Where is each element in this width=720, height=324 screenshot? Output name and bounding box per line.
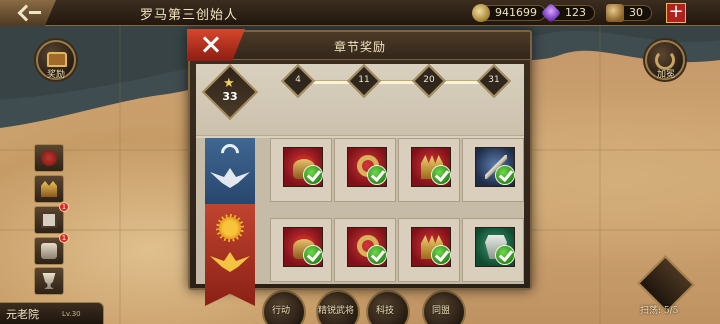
milestone-value: 11 — [358, 75, 370, 85]
trophy-icon — [42, 273, 56, 289]
reward-slot[interactable] — [462, 138, 524, 202]
notification-badge: 1 — [59, 233, 69, 243]
sun-icon — [216, 214, 244, 242]
dialog-title: 章节奖励 — [333, 40, 386, 54]
reward-slot[interactable] — [270, 218, 332, 282]
troop-resource[interactable]: 30 — [606, 3, 652, 23]
crown-icon — [41, 181, 57, 197]
milestone-value: 4 — [295, 75, 301, 85]
star-progress: ★ 33 4 11 20 31 — [196, 63, 524, 136]
back-button[interactable] — [0, 0, 56, 26]
senate-level: Lv.30 — [62, 310, 81, 318]
nav-alliance-label: 同盟 — [432, 306, 451, 316]
nav-tech-label: 科技 — [376, 306, 395, 316]
claimed-check-icon — [431, 245, 451, 265]
chapter-reward-dialog: 章节奖励 ★ 33 4 11 20 31 — [187, 29, 532, 306]
claimed-check-icon — [431, 165, 451, 185]
troop-icon — [606, 4, 624, 22]
reward-slot[interactable] — [334, 138, 396, 202]
reward-slot[interactable] — [462, 218, 524, 282]
senate-bar[interactable]: 元老院 Lv.30 — [0, 302, 104, 324]
claimed-check-icon — [303, 245, 323, 265]
claimed-check-icon — [367, 165, 387, 185]
progress-track — [298, 80, 492, 84]
eagle-icon — [210, 168, 250, 188]
sweep-label: 扫荡: 5/5 — [640, 306, 679, 316]
crescent-moon-icon — [217, 140, 243, 166]
red-orb-icon — [41, 150, 57, 166]
gold-resource[interactable]: 941699 — [472, 3, 546, 23]
reward-label: 奖励 — [46, 70, 65, 80]
gold-coin-icon — [472, 4, 490, 22]
dialog-body: ★ 33 4 11 20 31 — [196, 63, 524, 306]
star-icon: ★ — [223, 76, 235, 91]
silver-tier-banner — [205, 138, 255, 204]
claimed-check-icon — [495, 245, 515, 265]
reward-slot[interactable] — [270, 138, 332, 202]
nav-elite-generals-label: 精锐武将 — [318, 306, 355, 316]
milestone-value: 20 — [423, 75, 435, 85]
side-menu-item-5[interactable] — [34, 267, 64, 295]
milestone-value: 31 — [488, 75, 500, 85]
add-resource-button[interactable]: + — [666, 3, 686, 23]
treasure-chest-icon — [47, 52, 67, 67]
page-title: 罗马第三创始人 — [140, 8, 239, 23]
senate-name: 元老院 — [6, 308, 39, 321]
reward-slot[interactable] — [398, 138, 460, 202]
claimed-check-icon — [303, 165, 323, 185]
eagle-icon — [210, 252, 250, 272]
gold-tier-banner — [205, 204, 255, 306]
reward-grid — [196, 138, 524, 306]
reward-slot[interactable] — [334, 218, 396, 282]
side-menu-item-1[interactable] — [34, 144, 64, 172]
claimed-check-icon — [495, 165, 515, 185]
notification-badge: 1 — [59, 202, 69, 212]
nav-action-label: 行动 — [272, 306, 291, 316]
top-bar: 罗马第三创始人 941699 123 30 + — [0, 0, 720, 26]
total-stars-value: 33 — [222, 90, 238, 103]
back-arrow-shaft — [29, 11, 41, 14]
side-menu-item-2[interactable] — [34, 175, 64, 203]
claimed-check-icon — [367, 245, 387, 265]
chest-icon — [41, 243, 57, 259]
coronation-label: 加冕 — [656, 70, 675, 80]
film-icon — [41, 212, 57, 228]
gem-resource[interactable]: 123 — [540, 2, 595, 24]
reward-slot[interactable] — [398, 218, 460, 282]
